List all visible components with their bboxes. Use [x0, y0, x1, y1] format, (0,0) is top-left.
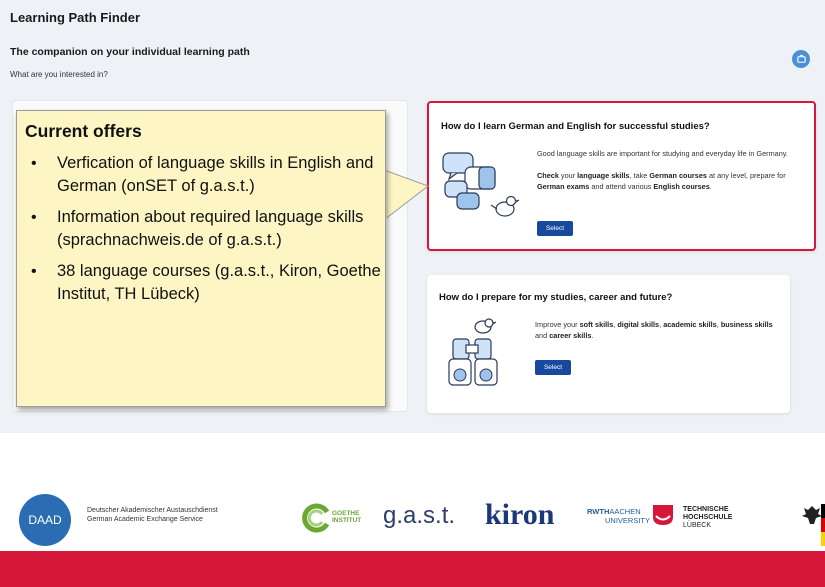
- partner-logos: DAAD Deutscher Akademischer Austauschdie…: [0, 470, 825, 546]
- list-item: 38 language courses (g.a.s.t., Kiron, Go…: [25, 260, 381, 306]
- callout-pointer: [384, 169, 430, 221]
- edit-icon: [796, 54, 806, 63]
- footer-bar: [0, 551, 825, 587]
- app-title: Learning Path Finder: [10, 10, 141, 25]
- card-description: Good language skills are important for s…: [537, 149, 788, 191]
- edit-button[interactable]: [792, 50, 810, 68]
- kiron-logo[interactable]: kiron: [485, 498, 554, 532]
- gast-logo[interactable]: g.a.s.t.: [383, 502, 455, 530]
- select-button[interactable]: Select: [537, 221, 573, 236]
- federal-eagle-icon: [802, 504, 825, 546]
- daad-name: Deutscher Akademischer Austauschdienst G…: [87, 507, 218, 524]
- daad-logo-icon[interactable]: DAAD: [19, 494, 71, 546]
- th-luebeck-name: TECHNISCHE HOCHSCHULE LÜBECK: [683, 506, 733, 530]
- rwth-logo[interactable]: RWTHAACHEN UNIVERSITY: [587, 507, 650, 525]
- path-card-career[interactable]: How do I prepare for my studies, career …: [427, 275, 790, 413]
- card-title: How do I prepare for my studies, career …: [439, 292, 673, 303]
- main-panel: Learning Path Finder The companion on yo…: [0, 0, 825, 433]
- goethe-logo-icon[interactable]: [300, 503, 330, 533]
- speech-bubbles-bird-icon: [442, 152, 520, 217]
- th-luebeck-logo-icon[interactable]: [651, 503, 675, 527]
- path-card-language[interactable]: How do I learn German and English for su…: [427, 101, 816, 251]
- select-button[interactable]: Select: [535, 360, 571, 375]
- goethe-name: GOETHE INSTITUT: [332, 510, 362, 525]
- callout-title: Current offers: [25, 121, 142, 141]
- interest-prompt: What are you interested in?: [10, 70, 108, 79]
- page-subtitle: The companion on your individual learnin…: [10, 46, 250, 58]
- offers-list: Verfication of language skills in Englis…: [25, 152, 381, 314]
- card-title: How do I learn German and English for su…: [441, 121, 710, 132]
- list-item: Verfication of language skills in Englis…: [25, 152, 381, 198]
- list-item: Information about required language skil…: [25, 206, 381, 252]
- current-offers-callout: Current offers Verfication of language s…: [16, 110, 386, 407]
- card-description: Improve your soft skills, digital skills…: [535, 320, 773, 340]
- binoculars-bird-icon: [448, 318, 498, 386]
